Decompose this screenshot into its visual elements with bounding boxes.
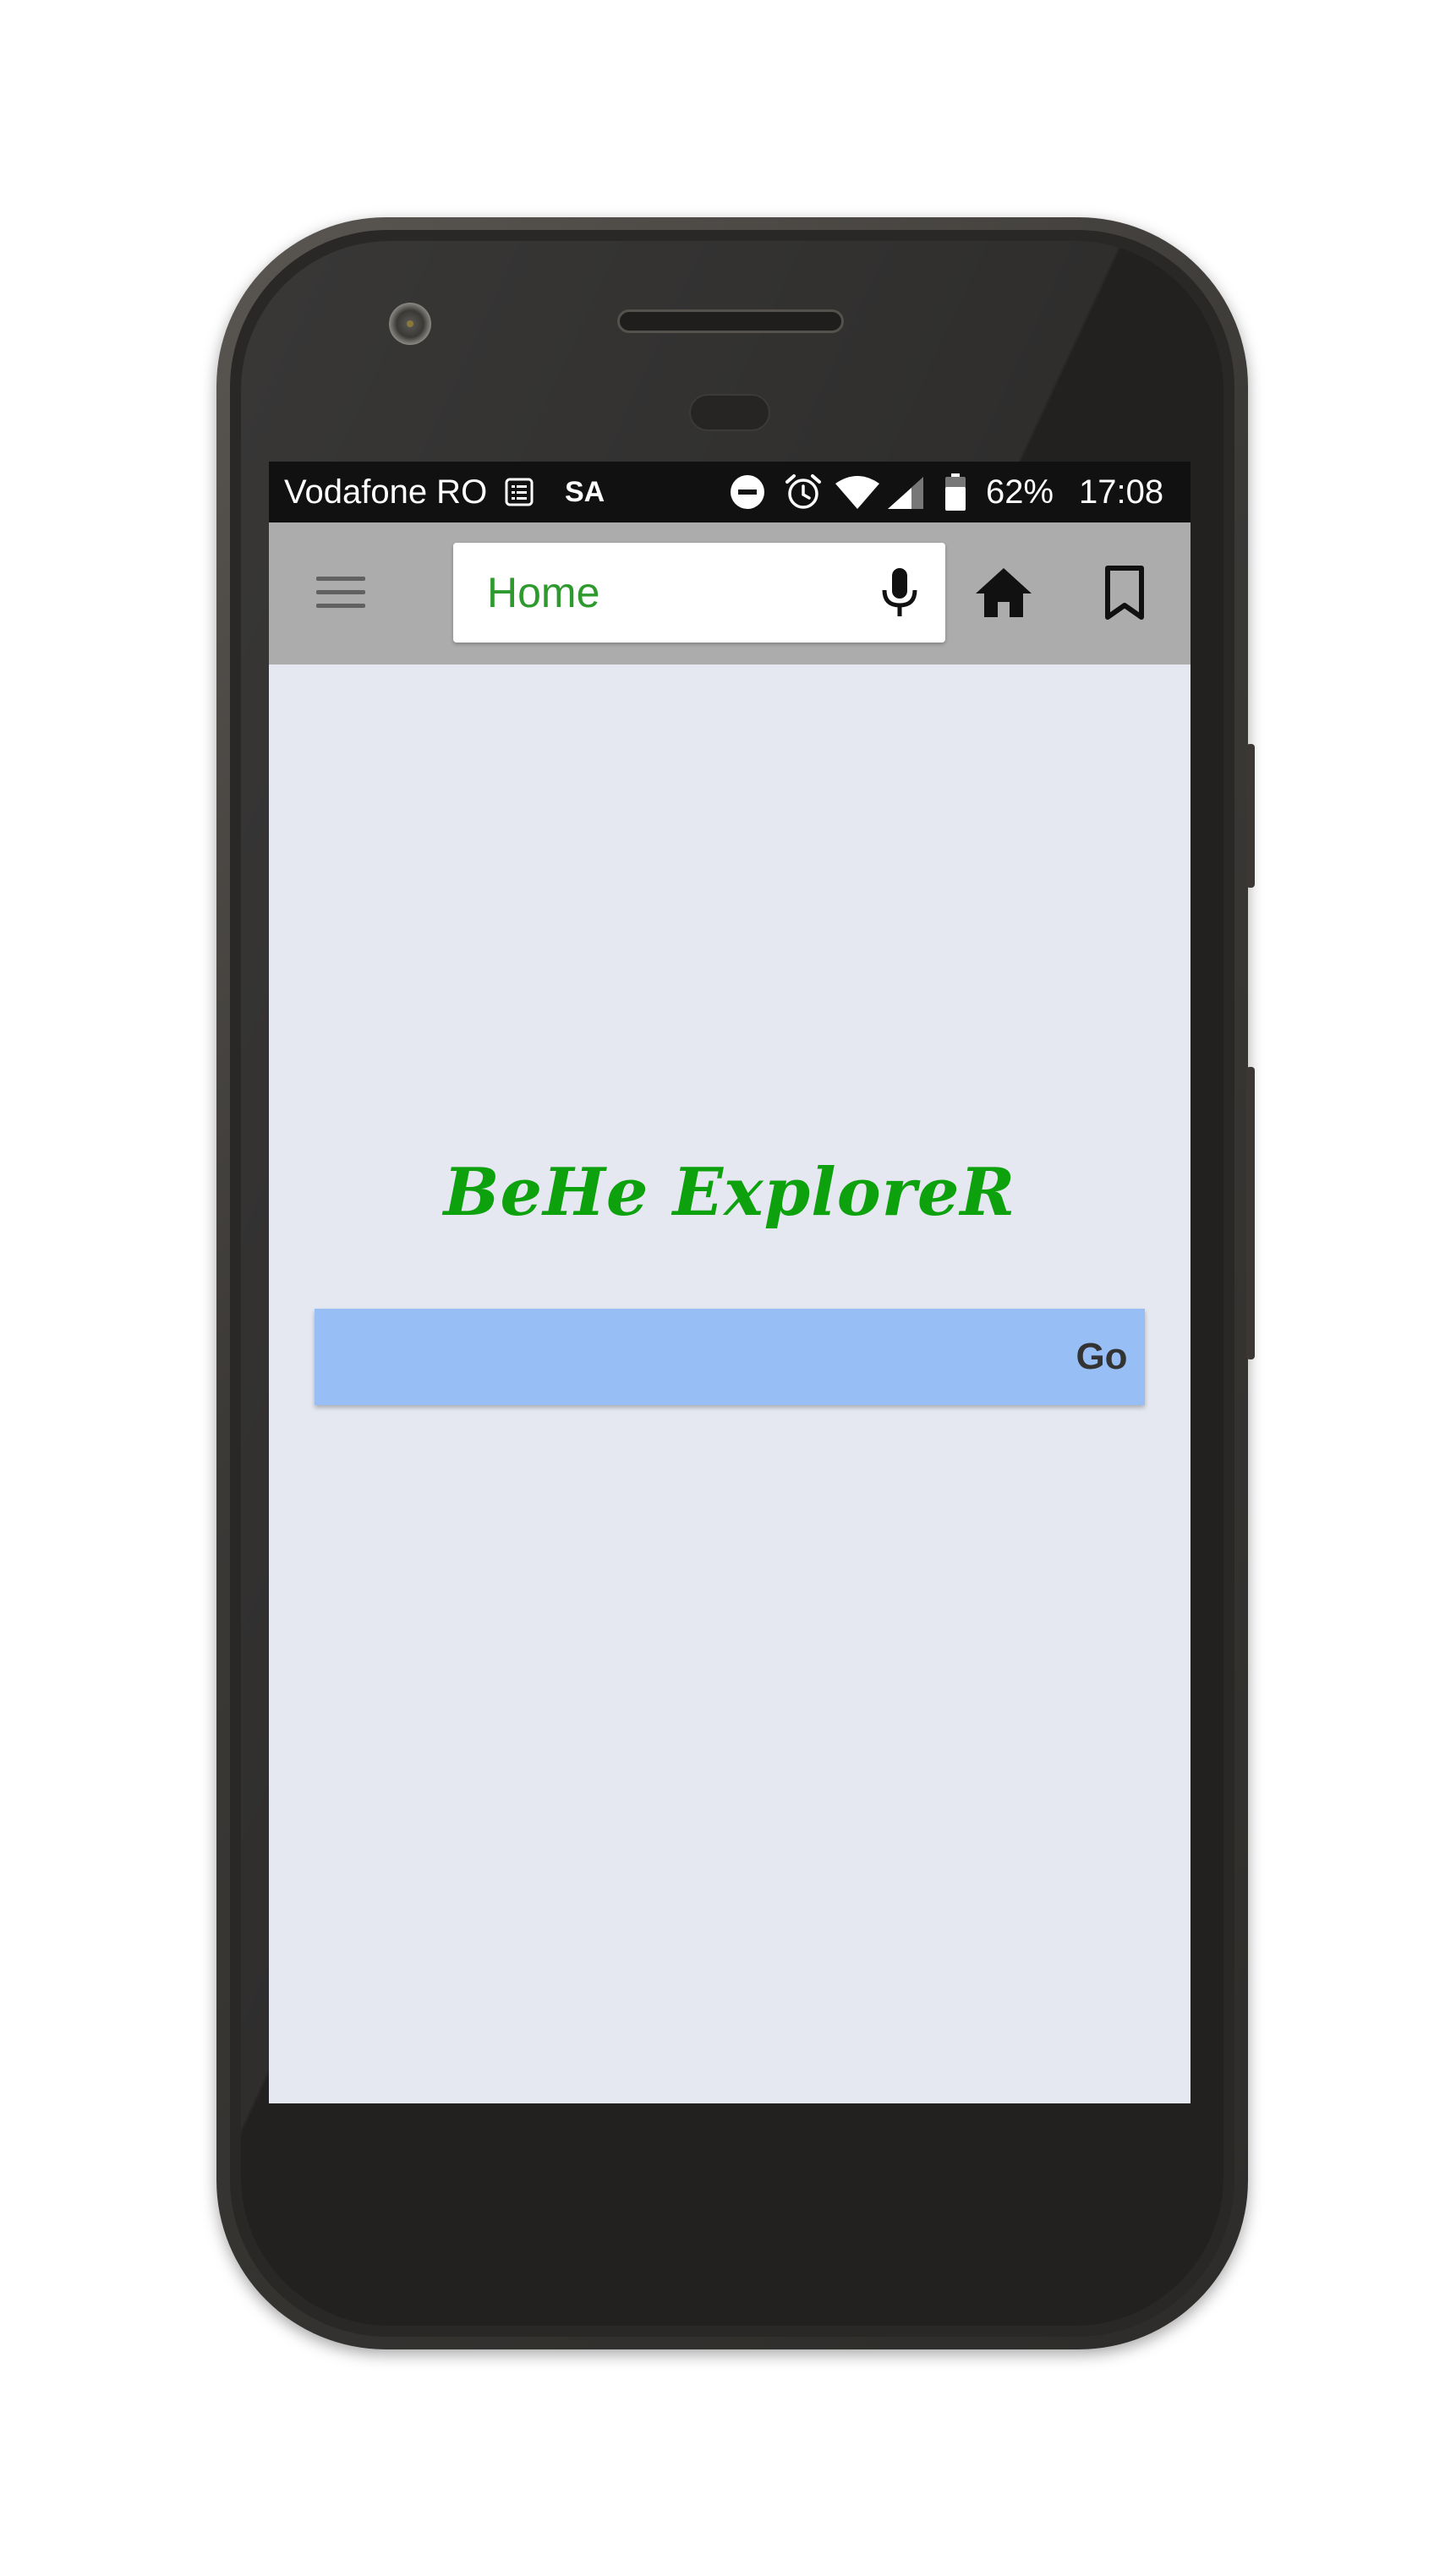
wifi-icon <box>835 476 879 509</box>
earpiece-speaker <box>617 309 844 333</box>
app-title-logo: BeHe ExploreR <box>443 1154 1016 1231</box>
battery-percent: 62% <box>986 473 1054 511</box>
dnd-icon <box>731 475 764 509</box>
hamburger-menu-icon[interactable] <box>311 568 370 617</box>
address-text[interactable]: Home <box>487 568 599 617</box>
app-screen: Vodafone RO SA 62% 17:08 Home BeHe Explo… <box>269 462 1191 2103</box>
clock: 17:08 <box>1079 473 1164 511</box>
carrier-name: Vodafone RO <box>284 473 488 511</box>
search-input[interactable] <box>315 1309 1059 1405</box>
proximity-sensor <box>689 394 770 431</box>
sim-list-icon <box>505 478 534 506</box>
microphone-icon[interactable] <box>874 566 925 619</box>
browser-toolbar: Home <box>269 522 1191 665</box>
bookmark-icon[interactable] <box>1103 565 1147 621</box>
power-button <box>1246 744 1255 888</box>
search-bar: Go <box>315 1309 1145 1405</box>
volume-button <box>1246 1067 1255 1359</box>
status-bar: Vodafone RO SA 62% 17:08 <box>269 462 1191 522</box>
go-button[interactable]: Go <box>1059 1309 1145 1405</box>
signal-icon <box>888 477 923 509</box>
front-camera <box>389 303 431 345</box>
sa-indicator: SA <box>565 476 605 508</box>
address-bar[interactable]: Home <box>453 543 945 643</box>
battery-icon <box>945 473 966 511</box>
alarm-icon <box>785 474 821 509</box>
home-icon[interactable] <box>974 565 1033 621</box>
device-frame: Vodafone RO SA 62% 17:08 Home BeHe Explo… <box>0 0 1456 2576</box>
